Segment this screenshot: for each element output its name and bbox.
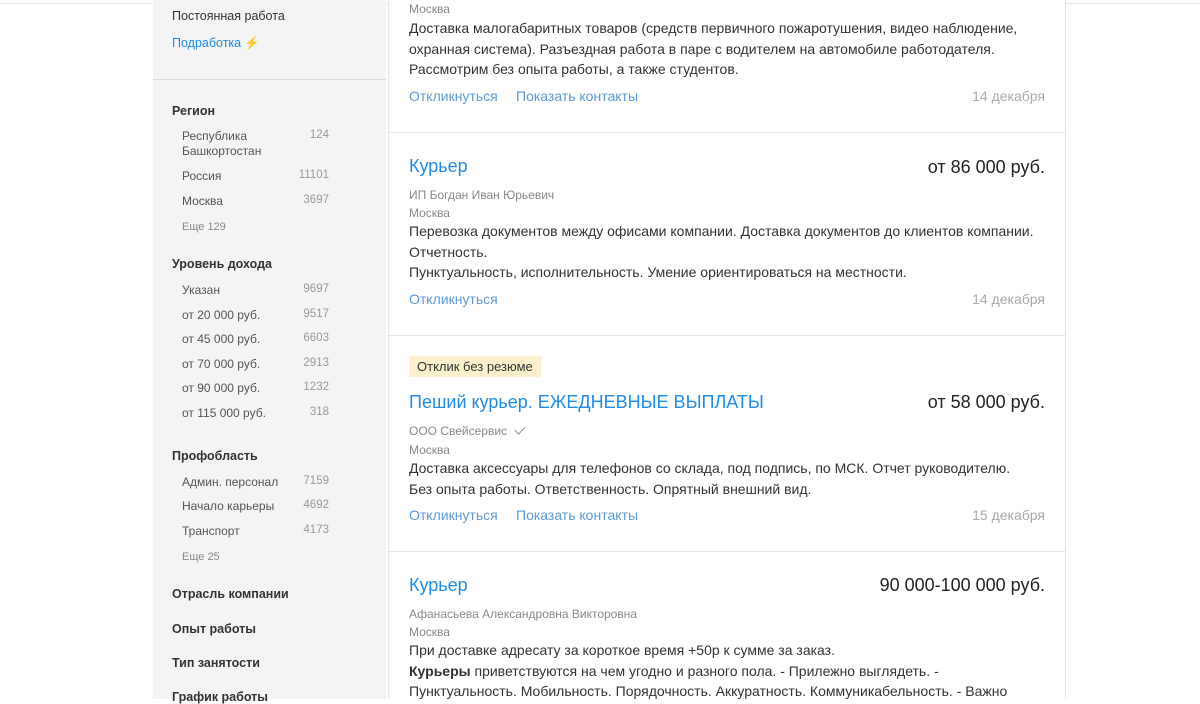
filter-item-income[interactable]: от 45 000 руб. 6603 [182, 332, 329, 347]
filter-item-label: от 115 000 руб. [182, 406, 266, 420]
filter-item-label: Республика Башкортостан [182, 129, 262, 158]
vacancy-title[interactable]: Курьер [409, 156, 468, 177]
show-contacts-button[interactable]: Показать контакты [516, 507, 638, 523]
description-line: Отчетность. [409, 243, 488, 260]
filter-item-label: Москва [182, 194, 223, 208]
vacancy-card: Курьер 90 000-100 000 руб. Афанасьева Ал… [389, 552, 1065, 699]
filter-item-count: 1232 [303, 381, 329, 393]
verified-check-icon [514, 423, 526, 435]
filter-item-region[interactable]: Республика Башкортостан 124 [182, 129, 329, 159]
filter-item-count: 3697 [303, 194, 329, 206]
vacancy-city: Москва [409, 206, 450, 220]
vacancy-company-row: ООО Свейсервис [409, 423, 526, 438]
sidebar-divider [153, 79, 386, 80]
vacancy-date: 14 декабря [972, 291, 1045, 307]
lightning-icon: ⚡ [244, 36, 260, 50]
filter-item-count: 7159 [303, 475, 329, 487]
filter-permanent-work[interactable]: Постоянная работа [172, 9, 285, 23]
region-heading: Регион [172, 104, 216, 118]
filter-item-income[interactable]: Указан 9697 [182, 283, 329, 298]
profarea-heading: Профобласть [172, 449, 258, 463]
income-heading: Уровень дохода [172, 257, 273, 271]
filter-item-label: от 90 000 руб. [182, 381, 261, 395]
description-line: Пунктуальность. Мобильность. Порядочност… [409, 683, 1008, 699]
vacancy-salary: 90 000-100 000 руб. [879, 575, 1045, 595]
filter-item-income[interactable]: от 20 000 руб. 9517 [182, 308, 329, 323]
respond-button[interactable]: Откликнуться [409, 507, 498, 523]
vacancy-city: Москва [409, 625, 450, 639]
filter-item-label: от 45 000 руб. [182, 332, 261, 346]
vacancy-date: 15 декабря [972, 507, 1045, 523]
section-schedule[interactable]: График работы [172, 690, 268, 704]
filter-item-label: от 70 000 руб. [182, 357, 261, 371]
vacancy-card: Москва Доставка малогабаритных товаров (… [389, 0, 1065, 133]
vacancy-list: Москва Доставка малогабаритных товаров (… [388, 0, 1066, 699]
description-highlight: Курьеры [409, 662, 471, 679]
vacancy-card: Отклик без резюме Пеший курьер. ЕЖЕДНЕВН… [389, 336, 1065, 552]
respond-button[interactable]: Откликнуться [409, 88, 498, 104]
filter-item-label: Админ. персонал [182, 475, 279, 489]
description-line: Рассмотрим без опыта работы, а также сту… [409, 61, 739, 77]
vacancy-company[interactable]: Афанасьева Александровна Викторовна [409, 607, 637, 621]
vacancy-title[interactable]: Пеший курьер. ЕЖЕДНЕВНЫЕ ВЫПЛАТЫ [409, 392, 764, 413]
filter-item-region[interactable]: Москва 3697 [182, 194, 329, 209]
vacancy-company[interactable]: ИП Богдан Иван Юрьевич [409, 188, 554, 202]
vacancy-description: Доставка малогабаритных товаров (средств… [409, 18, 1049, 80]
filter-item-count: 9697 [303, 283, 329, 295]
filter-item-profarea[interactable]: Админ. персонал 7159 [182, 475, 329, 490]
filter-item-label: Россия [182, 169, 222, 183]
filter-item-label: Транспорт [182, 524, 240, 538]
filter-item-count: 9517 [303, 308, 329, 320]
section-employment-type[interactable]: Тип занятости [172, 656, 260, 670]
filter-item-label: от 20 000 руб. [182, 308, 261, 322]
filter-item-label: Указан [182, 283, 220, 297]
filter-item-label: Начало карьеры [182, 499, 275, 513]
description-line: Перевозка документов между офисами компа… [409, 223, 1034, 239]
filter-item-profarea[interactable]: Начало карьеры 4692 [182, 499, 329, 514]
description-line: Пунктуальность, исполнительность. Умение… [409, 264, 907, 280]
filter-item-count: 318 [309, 406, 329, 418]
filter-item-count: 2913 [303, 357, 329, 369]
filter-item-income[interactable]: от 115 000 руб. 318 [182, 406, 329, 421]
section-industry[interactable]: Отрасль компании [172, 587, 289, 601]
profarea-more-link[interactable]: Еще 25 [182, 551, 220, 563]
description-line: Доставка аксессуары для телефонов со скл… [409, 460, 1011, 476]
section-experience[interactable]: Опыт работы [172, 622, 256, 636]
region-more-link[interactable]: Еще 129 [182, 221, 226, 233]
filter-item-count: 4692 [303, 499, 329, 511]
description-line: Доставка малогабаритных товаров (средств… [409, 20, 1018, 36]
vacancy-company[interactable]: ООО Свейсервис [409, 424, 507, 438]
vacancy-description: Доставка аксессуары для телефонов со скл… [409, 458, 1049, 499]
no-resume-badge: Отклик без резюме [409, 356, 541, 377]
description-line: охранная система). Разъездная работа в п… [409, 40, 995, 57]
filter-item-count: 6603 [303, 332, 329, 344]
filter-part-time[interactable]: Подработка ⚡ [172, 36, 260, 51]
filter-item-income[interactable]: от 70 000 руб. 2913 [182, 357, 329, 372]
filter-item-region[interactable]: Россия 11101 [182, 169, 329, 184]
vacancy-city: Москва [409, 2, 450, 16]
description-line: При доставке адресату за короткое время … [409, 642, 835, 658]
filter-item-income[interactable]: от 90 000 руб. 1232 [182, 381, 329, 396]
filter-item-profarea[interactable]: Транспорт 4173 [182, 524, 329, 539]
filter-part-time-label: Подработка [172, 36, 242, 50]
description-line: Курьеры приветствуются на чем угодно и р… [409, 661, 1049, 682]
vacancy-salary: от 86 000 руб. [927, 157, 1045, 177]
vacancy-salary: от 58 000 руб. [927, 392, 1045, 412]
show-contacts-button[interactable]: Показать контакты [516, 88, 638, 104]
vacancy-title[interactable]: Курьер [409, 575, 468, 596]
vacancy-city: Москва [409, 443, 450, 457]
vacancy-card: Курьер от 86 000 руб. ИП Богдан Иван Юрь… [389, 133, 1065, 336]
filter-item-count: 4173 [303, 524, 329, 536]
vacancy-description: Перевозка документов между офисами компа… [409, 221, 1049, 283]
filter-item-count: 11101 [298, 169, 329, 181]
description-line: Без опыта работы. Ответственность. Опрят… [409, 480, 812, 497]
filter-item-count: 124 [309, 129, 329, 141]
vacancy-date: 14 декабря [972, 88, 1045, 104]
description-text: приветствуются на чем угодно и разного п… [470, 662, 939, 679]
respond-button[interactable]: Откликнуться [409, 291, 498, 307]
vacancy-description: При доставке адресату за короткое время … [409, 640, 1049, 702]
filters-sidebar: Постоянная работа Подработка ⚡ Регион Рес… [153, 0, 386, 704]
